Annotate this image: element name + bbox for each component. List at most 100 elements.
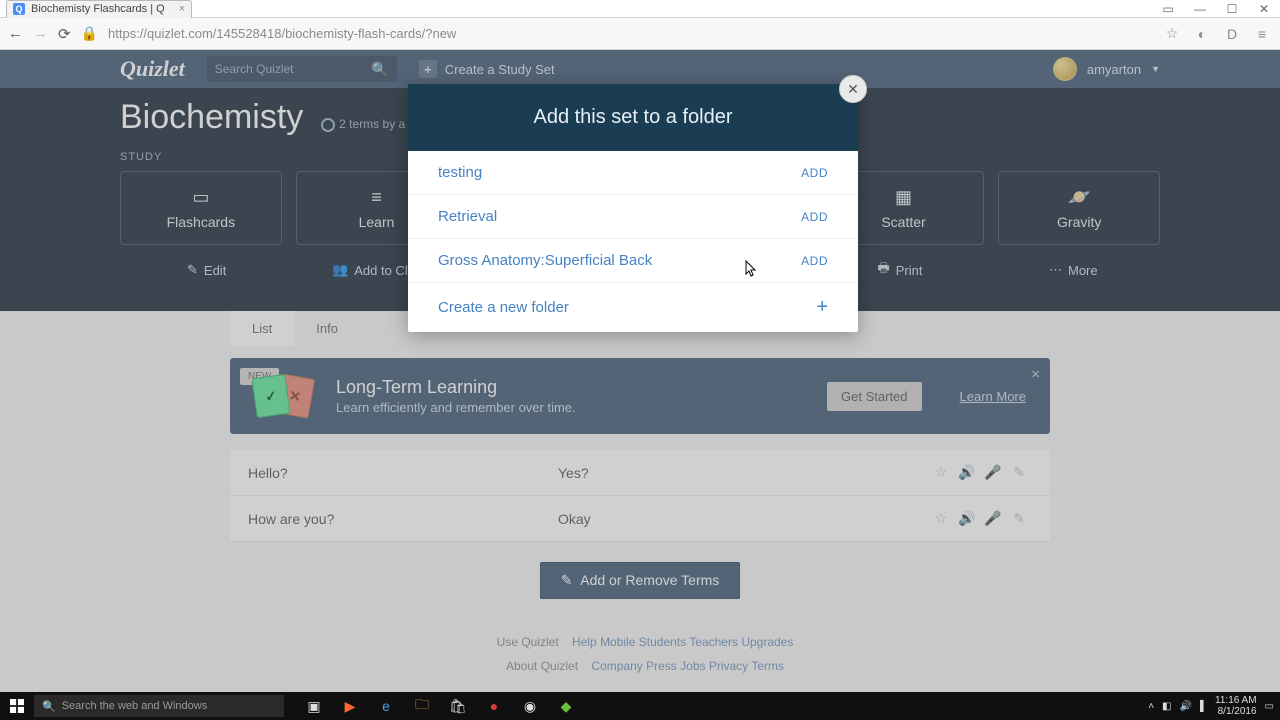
footer-link[interactable]: Teachers <box>689 635 738 649</box>
set-title: Biochemisty <box>120 98 303 137</box>
start-button[interactable] <box>0 692 34 720</box>
plus-icon[interactable]: + <box>816 296 828 319</box>
taskbar-search[interactable]: 🔍 Search the web and Windows <box>34 695 284 717</box>
print-icon: 🖶 <box>877 259 889 281</box>
add-to-folder-modal: ✕ Add this set to a folder testing ADD R… <box>408 84 858 332</box>
term-answer: Okay <box>558 511 928 527</box>
footer-link[interactable]: Mobile <box>600 635 635 649</box>
dots-icon: ⋯ <box>1049 262 1062 278</box>
browser-tab[interactable]: Q Biochemisty Flashcards | Q × <box>6 0 192 18</box>
tab-info[interactable]: Info <box>294 311 360 346</box>
term-row: Hello? Yes? ☆ 🔊 🎤 ✎ <box>230 450 1050 496</box>
extension-icon[interactable]: ◐ <box>1192 26 1212 42</box>
tab-title: Biochemisty Flashcards | Q <box>31 3 165 15</box>
favicon: Q <box>13 3 25 15</box>
create-set-button[interactable]: + Create a Study Set <box>419 60 555 78</box>
more-button[interactable]: ⋯More <box>987 259 1160 281</box>
user-menu[interactable]: amyarton ▼ <box>1053 57 1160 81</box>
folder-row[interactable]: Retrieval ADD <box>408 195 858 239</box>
footer-link[interactable]: Terms <box>751 659 784 673</box>
footer-link[interactable]: Students <box>639 635 686 649</box>
movies-icon[interactable]: ▶ <box>332 692 368 720</box>
folder-row[interactable]: Gross Anatomy:Superficial Back ADD <box>408 239 858 283</box>
footer-link[interactable]: Help <box>572 635 597 649</box>
mode-flashcards[interactable]: ▭Flashcards <box>120 171 282 245</box>
lock-icon: 🔒 <box>81 25 98 42</box>
logo[interactable]: Quizlet <box>120 56 185 82</box>
create-folder-label: Create a new folder <box>438 299 569 316</box>
search-input[interactable] <box>215 62 372 76</box>
footer-link[interactable]: Press <box>646 659 677 673</box>
system-tray[interactable]: ˄ ◧ 🔊 ▌ 11:16 AM 8/1/2016 ▭ <box>1148 695 1280 717</box>
people-icon: 👥 <box>332 262 348 278</box>
footer-link[interactable]: Privacy <box>709 659 748 673</box>
forward-button: → <box>33 25 48 42</box>
learn-more-link[interactable]: Learn More <box>960 389 1026 404</box>
search-icon[interactable]: 🔍 <box>371 61 388 78</box>
tab-list[interactable]: List <box>230 311 294 346</box>
star-icon[interactable]: ☆ <box>928 510 954 527</box>
close-window-button[interactable]: ✕ <box>1248 0 1280 18</box>
maximize-button[interactable]: ☐ <box>1216 0 1248 18</box>
footer-link[interactable]: Jobs <box>680 659 705 673</box>
footer-link[interactable]: Upgrades <box>741 635 793 649</box>
folder-name: testing <box>438 164 482 181</box>
scatter-icon: ▦ <box>895 187 912 208</box>
promo-subtitle: Learn efficiently and remember over time… <box>336 400 576 415</box>
volume-icon[interactable]: 🔊 <box>1179 701 1191 712</box>
clock-date: 8/1/2016 <box>1215 706 1257 717</box>
promo-close-icon[interactable]: × <box>1031 366 1040 383</box>
windows-taskbar: 🔍 Search the web and Windows ▣ ▶ e 🗀 🛍 ●… <box>0 692 1280 720</box>
modal-title: Add this set to a folder <box>408 84 858 151</box>
chevron-up-icon[interactable]: ˄ <box>1148 701 1154 712</box>
app2-icon[interactable]: ◆ <box>548 692 584 720</box>
create-folder-row[interactable]: Create a new folder + <box>408 283 858 332</box>
chrome-icon[interactable]: ◉ <box>512 692 548 720</box>
battery-icon[interactable]: ▌ <box>1200 701 1207 712</box>
cards-icon: ▭ <box>192 187 209 208</box>
mic-icon[interactable]: 🎤 <box>980 510 1006 527</box>
term-answer: Yes? <box>558 465 928 481</box>
edit-button[interactable]: ✎Edit <box>120 259 293 281</box>
folder-add-button[interactable]: ADD <box>801 210 828 224</box>
clock-time: 11:16 AM <box>1215 695 1257 706</box>
minimize-button[interactable]: — <box>1184 0 1216 18</box>
reload-button[interactable]: ⟳ <box>58 25 71 43</box>
search-box[interactable]: 🔍 <box>207 56 397 82</box>
avatar <box>1053 57 1077 81</box>
folder-add-button[interactable]: ADD <box>801 166 828 180</box>
get-started-button[interactable]: Get Started <box>827 382 921 411</box>
audio-icon[interactable]: 🔊 <box>954 464 980 481</box>
footer-link[interactable]: Company <box>591 659 642 673</box>
folder-add-button[interactable]: ADD <box>801 254 828 268</box>
task-view-icon[interactable]: ▣ <box>296 692 332 720</box>
audio-icon[interactable]: 🔊 <box>954 510 980 527</box>
folder-row[interactable]: testing ADD <box>408 151 858 195</box>
add-remove-terms-button[interactable]: ✎ Add or Remove Terms <box>540 562 741 599</box>
mic-icon[interactable]: 🎤 <box>980 464 1006 481</box>
extension-d-icon[interactable]: D <box>1222 26 1242 42</box>
star-icon[interactable]: ☆ <box>928 464 954 481</box>
term-question: Hello? <box>248 465 558 481</box>
term-list: Hello? Yes? ☆ 🔊 🎤 ✎ How are you? Okay ☆ … <box>230 450 1050 542</box>
network-icon[interactable]: ◧ <box>1162 701 1171 712</box>
page-body: List Info NEW ✓✕ Long-Term Learning Lear… <box>0 311 1280 699</box>
promo-illustration: ✓✕ <box>254 376 312 416</box>
browser-toolbar: ← → ⟳ 🔒 https://quizlet.com/145528418/bi… <box>0 18 1280 50</box>
explorer-icon[interactable]: 🗀 <box>404 692 440 720</box>
back-button[interactable]: ← <box>8 25 23 42</box>
modal-close-button[interactable]: ✕ <box>839 75 867 103</box>
menu-icon[interactable]: ≡ <box>1252 26 1272 42</box>
edge-icon[interactable]: e <box>368 692 404 720</box>
notifications-icon[interactable]: ▭ <box>1265 701 1274 712</box>
edit-term-icon[interactable]: ✎ <box>1006 510 1032 527</box>
star-icon[interactable]: ☆ <box>1162 25 1182 42</box>
plus-icon: + <box>419 60 437 78</box>
edit-term-icon[interactable]: ✎ <box>1006 464 1032 481</box>
person-icon[interactable]: ▭ <box>1152 0 1184 18</box>
app-icon[interactable]: ● <box>476 692 512 720</box>
address-bar[interactable]: https://quizlet.com/145528418/biochemist… <box>108 26 1152 41</box>
mode-gravity[interactable]: 🪐Gravity <box>998 171 1160 245</box>
tab-close-icon[interactable]: × <box>179 3 185 15</box>
store-icon[interactable]: 🛍 <box>440 692 476 720</box>
